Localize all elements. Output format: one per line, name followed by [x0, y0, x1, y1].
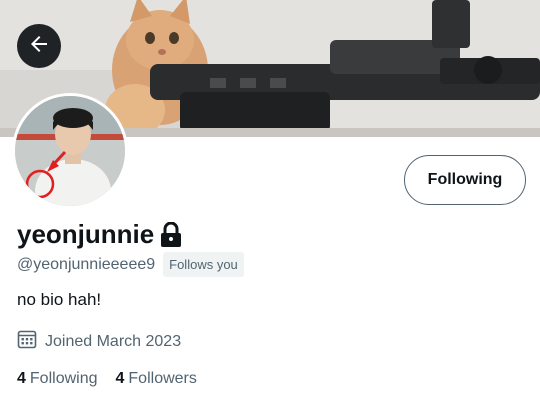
arrow-left-icon — [27, 32, 51, 61]
handle-row: @yeonjunnieeeee9 Follows you — [17, 252, 244, 277]
display-name: yeonjunnie — [17, 219, 182, 250]
followers-label: Followers — [128, 370, 197, 387]
joined-date: Joined March 2023 — [17, 329, 181, 354]
followers-count-link[interactable]: 4 Followers — [116, 370, 197, 388]
lock-icon — [160, 221, 182, 248]
follow-stats: 4 Following 4 Followers — [17, 370, 197, 388]
following-button-label: Following — [427, 171, 503, 188]
following-label: Following — [29, 370, 98, 387]
bio-text: no bio hah! — [17, 290, 102, 309]
following-button[interactable]: Following — [404, 155, 526, 205]
username-handle: @yeonjunnieeeee9 — [17, 255, 156, 273]
joined-date-text: Joined March 2023 — [45, 332, 182, 350]
display-name-text: yeonjunnie — [17, 219, 155, 249]
following-count-link[interactable]: 4 Following — [17, 370, 98, 388]
avatar-image — [15, 96, 125, 206]
back-button[interactable] — [17, 24, 61, 68]
calendar-icon — [17, 329, 37, 354]
avatar[interactable] — [12, 93, 128, 209]
followers-count: 4 — [115, 370, 125, 387]
following-count: 4 — [17, 370, 26, 387]
follows-you-badge: Follows you — [163, 252, 244, 277]
